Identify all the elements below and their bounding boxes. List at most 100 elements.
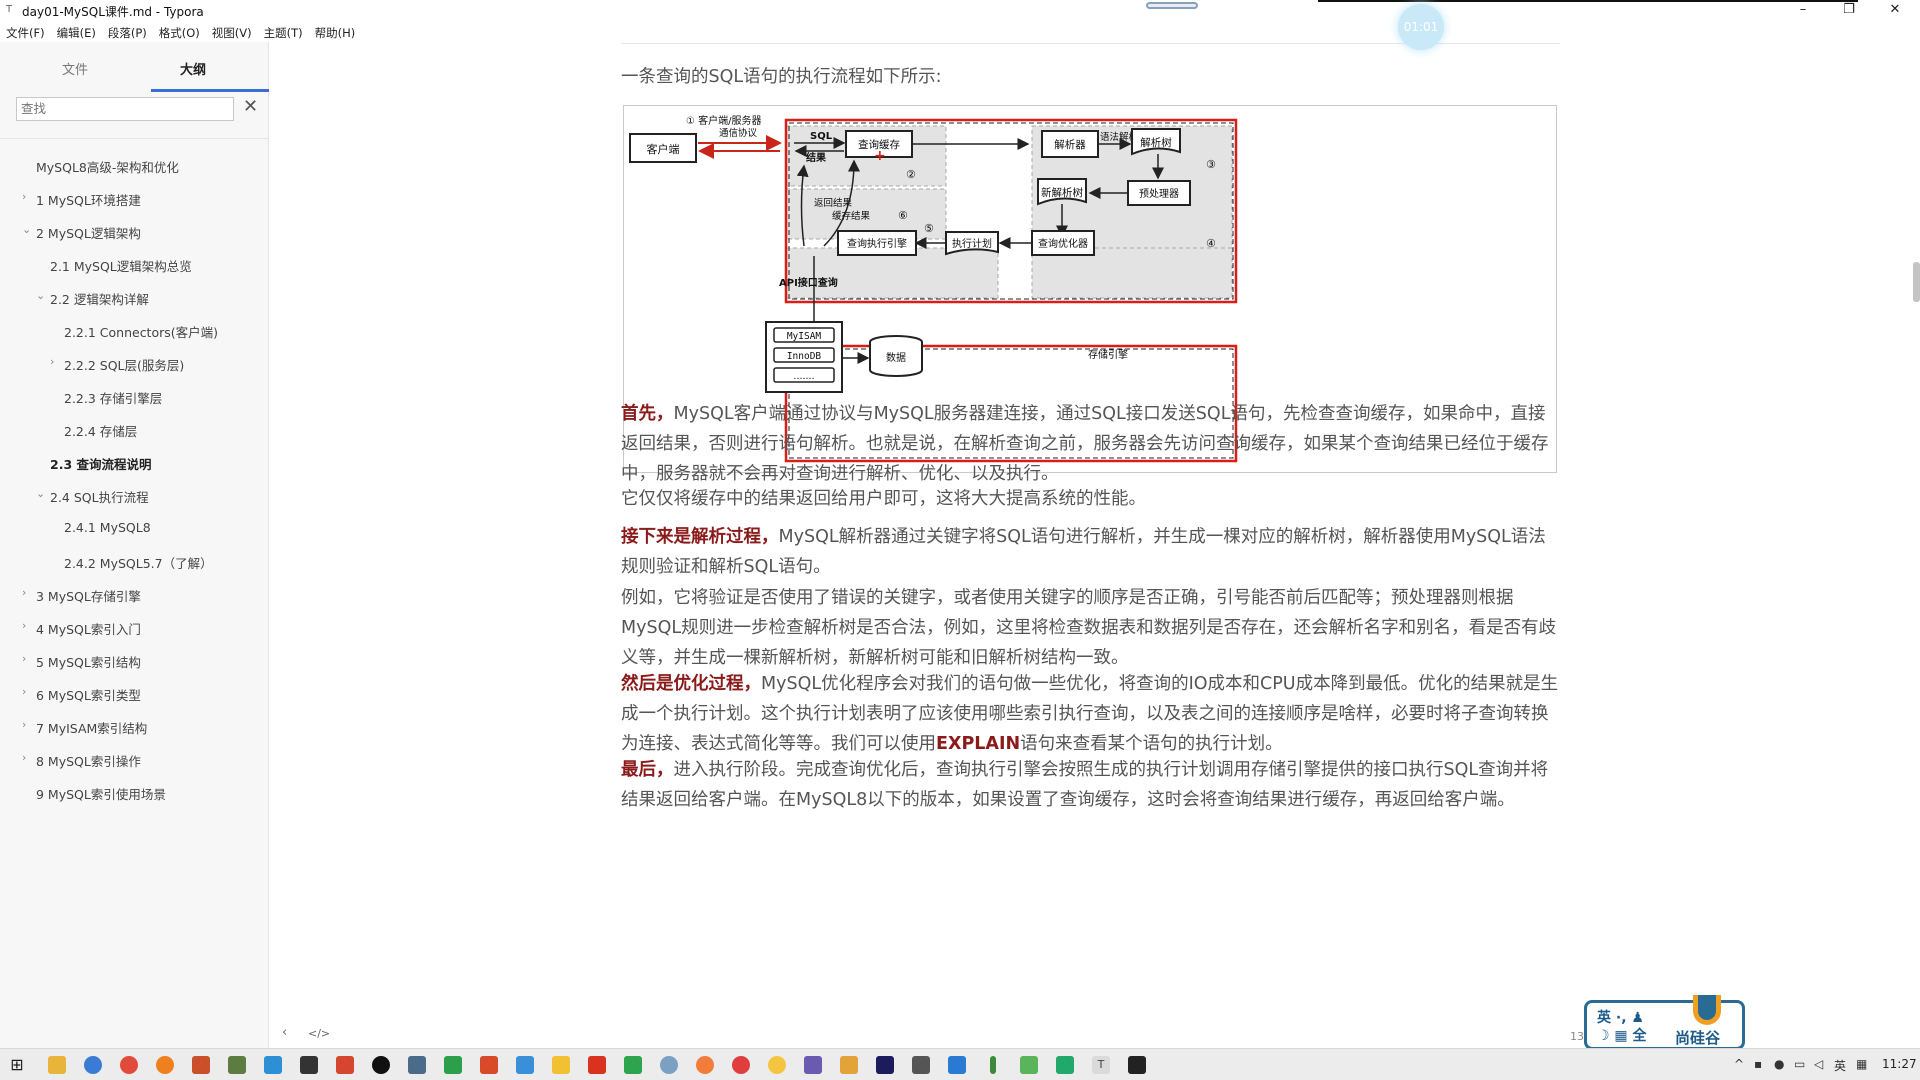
outline-item[interactable]: › 6 MySQL索引类型 xyxy=(0,677,268,710)
app-icon-9[interactable] xyxy=(516,1056,534,1074)
outline-item[interactable]: › 5 MySQL索引结构 xyxy=(0,644,268,677)
menu-theme[interactable]: 主题(T) xyxy=(258,22,309,42)
input-language[interactable]: 英 xyxy=(1834,1057,1846,1074)
outline-item-label: 2.2.1 Connectors(客户端) xyxy=(64,325,219,340)
ime-toolbar[interactable]: 英 ·, ♟ ☽ ▦ 全 尚硅谷 xyxy=(1584,995,1745,1050)
outline-item[interactable]: › 2.2.2 SQL层(服务层) xyxy=(0,347,268,380)
outline-item[interactable]: 2.4.2 MySQL5.7（了解） xyxy=(0,545,268,578)
app-icon-10[interactable] xyxy=(552,1056,570,1074)
app-icon-19[interactable] xyxy=(912,1056,930,1074)
close-button[interactable]: ✕ xyxy=(1872,0,1918,22)
app-icon-2[interactable] xyxy=(192,1056,210,1074)
app-icon-11[interactable] xyxy=(588,1056,606,1074)
chevron-down-icon[interactable]: ⌄ xyxy=(22,223,31,236)
windows-start-icon[interactable]: ⊞ xyxy=(8,1056,26,1074)
diagram-storage-engine: 存储引擎 xyxy=(1088,348,1128,361)
tab-files[interactable]: 文件 xyxy=(62,59,88,78)
chevron-right-icon[interactable]: › xyxy=(50,355,54,368)
chevron-right-icon[interactable]: › xyxy=(22,685,26,698)
outline-item[interactable]: 2.3 查询流程说明 xyxy=(0,446,268,479)
outline-search-input[interactable] xyxy=(16,97,234,121)
chrome-icon[interactable] xyxy=(120,1056,138,1074)
paragraph-first: 首先，MySQL客户端通过协议与MySQL服务器建连接，通过SQL接口发送SQL… xyxy=(621,399,1561,489)
drag-handle[interactable] xyxy=(1146,2,1198,9)
tray-icon-2[interactable]: ▦ xyxy=(1856,1057,1867,1071)
app-icon-4[interactable] xyxy=(300,1056,318,1074)
app-icon-18[interactable] xyxy=(840,1056,858,1074)
active-tab-indicator xyxy=(151,89,269,92)
network-icon[interactable]: ▭ xyxy=(1794,1057,1805,1071)
menu-view[interactable]: 视图(V) xyxy=(206,22,258,42)
sidebar-bottom-bar: ‹ </> xyxy=(0,1019,330,1048)
app-icon-16[interactable] xyxy=(768,1056,786,1074)
tray-icon-1[interactable]: ▪ xyxy=(1754,1057,1762,1071)
minimize-button[interactable]: – xyxy=(1780,0,1826,22)
app-icon-14[interactable] xyxy=(696,1056,714,1074)
diagram-dots: ....... xyxy=(793,371,814,382)
chevron-right-icon[interactable]: › xyxy=(22,751,26,764)
outline-item[interactable]: 2.4.1 MySQL8 xyxy=(0,512,268,545)
outline-item[interactable]: › 4 MySQL索引入门 xyxy=(0,611,268,644)
taskbar: ⊞ T ^ ▪ ● ▭ ◁ 英 ▦ 11:27 xyxy=(0,1048,1920,1080)
outline-item[interactable]: MySQL8高级-架构和优化 xyxy=(0,149,268,182)
chevron-right-icon[interactable]: › xyxy=(22,718,26,731)
svg-text:+: + xyxy=(874,148,886,164)
clock[interactable]: 11:27 xyxy=(1882,1057,1917,1071)
firefox-icon[interactable] xyxy=(156,1056,174,1074)
app-icon-6[interactable] xyxy=(408,1056,426,1074)
close-icon[interactable]: ✕ xyxy=(243,96,258,117)
outline-item[interactable]: ⌄ 2.4 SQL执行流程 xyxy=(0,479,268,512)
outline-item[interactable]: 2.2.3 存储引擎层 xyxy=(0,380,268,413)
outline-item[interactable]: 2.2.4 存储层 xyxy=(0,413,268,446)
typora-taskbar-icon[interactable]: T xyxy=(1092,1056,1110,1074)
file-explorer-icon[interactable] xyxy=(48,1056,66,1074)
menu-format[interactable]: 格式(O) xyxy=(153,22,206,42)
qq-icon[interactable] xyxy=(372,1056,390,1074)
outline-item[interactable]: 9 MySQL索引使用场景 xyxy=(0,776,268,809)
volume-icon[interactable]: ◁ xyxy=(1814,1057,1823,1071)
paragraph-optimize: 然后是优化过程，MySQL优化程序会对我们的语句做一些优化，将查询的IO成本和C… xyxy=(621,669,1561,759)
app-icon-21[interactable] xyxy=(1056,1056,1074,1074)
app-icon-20[interactable] xyxy=(990,1056,996,1074)
chevron-down-icon[interactable]: ⌄ xyxy=(36,487,45,500)
app-icon-3[interactable] xyxy=(264,1056,282,1074)
app-icon-12[interactable] xyxy=(624,1056,642,1074)
outline-item[interactable]: › 3 MySQL存储引擎 xyxy=(0,578,268,611)
app-icon-5[interactable] xyxy=(336,1056,354,1074)
outline-item[interactable]: › 8 MySQL索引操作 xyxy=(0,743,268,776)
menu-edit[interactable]: 编辑(E) xyxy=(51,22,102,42)
chevron-right-icon[interactable]: › xyxy=(22,619,26,632)
wechat-icon[interactable] xyxy=(1020,1056,1038,1074)
menu-help[interactable]: 帮助(H) xyxy=(309,22,362,42)
chevron-right-icon[interactable]: › xyxy=(22,652,26,665)
restore-button[interactable]: ❐ xyxy=(1826,0,1872,22)
notepad-icon[interactable] xyxy=(228,1056,246,1074)
terminal-icon[interactable] xyxy=(1128,1056,1146,1074)
outline-item[interactable]: › 7 MyISAM索引结构 xyxy=(0,710,268,743)
outline-item[interactable]: 2.1 MySQL逻辑架构总览 xyxy=(0,248,268,281)
menu-file[interactable]: 文件(F) xyxy=(0,22,51,42)
chevron-right-icon[interactable]: › xyxy=(22,190,26,203)
app-icon-1[interactable] xyxy=(84,1056,102,1074)
menu-paragraph[interactable]: 段落(P) xyxy=(102,22,153,42)
chevron-down-icon[interactable]: ⌄ xyxy=(36,289,45,302)
tray-chevron-icon[interactable]: ^ xyxy=(1734,1057,1744,1071)
vscode-icon[interactable] xyxy=(948,1056,966,1074)
app-icon-8[interactable] xyxy=(480,1056,498,1074)
chevron-right-icon[interactable]: › xyxy=(22,586,26,599)
scrollbar-thumb[interactable] xyxy=(1913,262,1920,302)
app-icon-13[interactable] xyxy=(660,1056,678,1074)
paragraph-execute: 最后，进入执行阶段。完成查询优化后，查询执行引擎会按照生成的执行计划调用存储引擎… xyxy=(621,755,1561,815)
app-icon-17[interactable] xyxy=(804,1056,822,1074)
outline-item[interactable]: 2.2.1 Connectors(客户端) xyxy=(0,314,268,347)
outline-item[interactable]: › 1 MySQL环境搭建 xyxy=(0,182,268,215)
outline-item-label: 2.4.2 MySQL5.7（了解） xyxy=(64,556,213,571)
microphone-icon[interactable]: ● xyxy=(1774,1057,1784,1071)
tab-outline[interactable]: 大纲 xyxy=(180,59,206,78)
app-icon-15[interactable] xyxy=(732,1056,750,1074)
jetbrains-icon[interactable] xyxy=(876,1056,894,1074)
app-icon-7[interactable] xyxy=(444,1056,462,1074)
floating-timer[interactable]: 01:01 xyxy=(1398,4,1444,50)
outline-item[interactable]: ⌄ 2.2 逻辑架构详解 xyxy=(0,281,268,314)
outline-item[interactable]: ⌄ 2 MySQL逻辑架构 xyxy=(0,215,268,248)
